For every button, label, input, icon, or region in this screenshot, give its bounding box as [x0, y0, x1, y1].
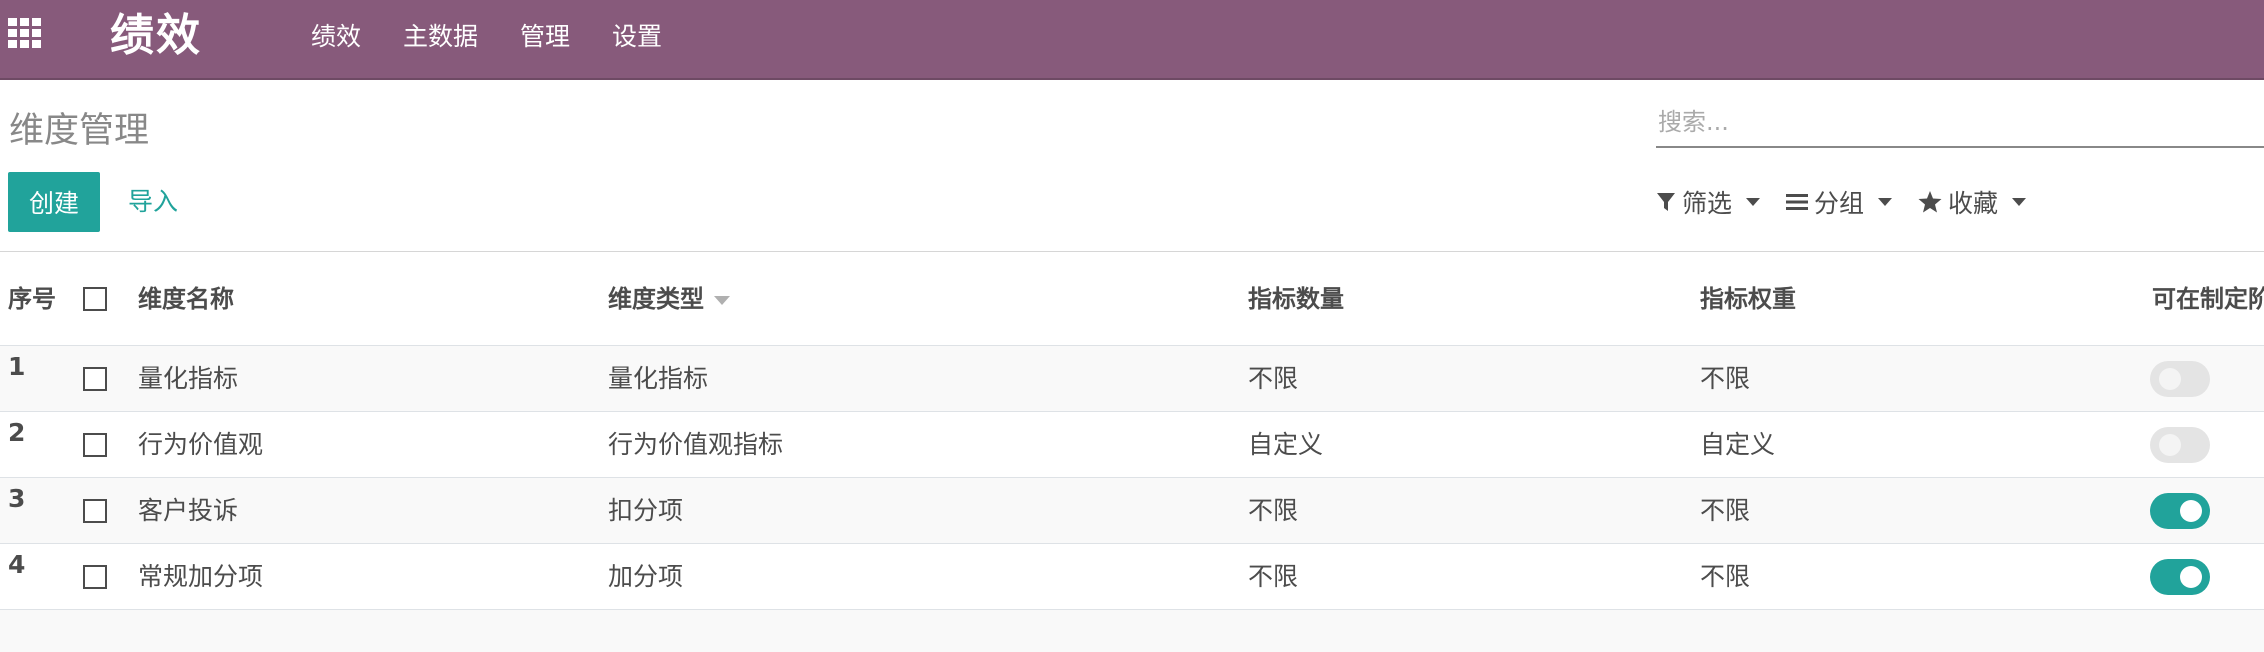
apps-menu-icon[interactable]: [6, 14, 46, 54]
search-options: 筛选 分组 收藏: [1656, 180, 2052, 224]
editable-toggle[interactable]: [2150, 361, 2210, 397]
row-seq: 4: [8, 550, 26, 579]
filter-icon: [1657, 193, 1675, 211]
chevron-down-icon: [2012, 198, 2027, 206]
row-dimension-name: 量化指标: [138, 364, 239, 393]
filter-label: 筛选: [1682, 189, 1733, 218]
star-icon: [1918, 191, 1942, 213]
row-dimension-name: 常规加分项: [138, 562, 264, 591]
page-title: 维度管理: [9, 111, 150, 151]
row-indicator-weight: 不限: [1700, 364, 1751, 393]
row-dimension-type: 扣分项: [608, 496, 684, 525]
menu-item-settings[interactable]: 设置: [591, 0, 683, 74]
filter-dropdown[interactable]: 筛选: [1656, 184, 1761, 220]
group-by-dropdown[interactable]: 分组: [1786, 184, 1893, 220]
sort-caret-icon: [714, 295, 730, 305]
row-checkbox[interactable]: [83, 433, 107, 457]
import-button[interactable]: 导入: [118, 172, 188, 232]
row-indicator-weight: 不限: [1700, 496, 1751, 525]
table-row[interactable]: 3 客户投诉 扣分项 不限 不限: [0, 478, 2264, 544]
column-header-type[interactable]: 维度类型: [608, 252, 730, 346]
favorites-dropdown[interactable]: 收藏: [1918, 184, 2027, 220]
main-menu: 绩效 主数据 管理 设置: [290, 0, 683, 74]
search-input[interactable]: [1656, 100, 2264, 144]
app-brand[interactable]: 绩效: [110, 8, 202, 64]
row-indicator-count: 自定义: [1248, 430, 1324, 459]
menu-item-master-data[interactable]: 主数据: [382, 0, 499, 74]
table-row[interactable]: 1 量化指标 量化指标 不限 不限: [0, 346, 2264, 412]
row-seq: 1: [8, 352, 26, 381]
row-seq: 3: [8, 484, 26, 513]
row-indicator-count: 不限: [1248, 364, 1299, 393]
column-header-type-label: 维度类型: [608, 285, 704, 313]
row-dimension-type: 量化指标: [608, 364, 709, 393]
chevron-down-icon: [1878, 198, 1893, 206]
dimension-list-table: 序号 维度名称 维度类型 指标数量 指标权重 可在制定阶 1 量化指标 量化指标…: [0, 252, 2264, 610]
toggle-knob: [2180, 566, 2202, 588]
table-header-row: 序号 维度名称 维度类型 指标数量 指标权重 可在制定阶: [0, 252, 2264, 346]
row-dimension-type: 行为价值观指标: [608, 430, 784, 459]
create-button[interactable]: 创建: [8, 172, 100, 232]
editable-toggle[interactable]: [2150, 427, 2210, 463]
toggle-knob: [2180, 500, 2202, 522]
editable-toggle[interactable]: [2150, 559, 2210, 595]
row-indicator-count: 不限: [1248, 562, 1299, 591]
table-row[interactable]: 4 常规加分项 加分项 不限 不限: [0, 544, 2264, 610]
editable-toggle[interactable]: [2150, 493, 2210, 529]
top-navbar: 绩效 绩效 主数据 管理 设置: [0, 0, 2264, 80]
select-all-checkbox[interactable]: [83, 287, 107, 311]
list-icon: [1786, 194, 1809, 210]
menu-item-management[interactable]: 管理: [499, 0, 591, 74]
column-header-name[interactable]: 维度名称: [138, 252, 234, 346]
row-dimension-type: 加分项: [608, 562, 684, 591]
column-header-count[interactable]: 指标数量: [1248, 252, 1344, 346]
row-checkbox[interactable]: [83, 499, 107, 523]
row-dimension-name: 客户投诉: [138, 496, 239, 525]
chevron-down-icon: [1746, 198, 1761, 206]
toggle-knob: [2159, 368, 2181, 390]
toggle-knob: [2159, 434, 2181, 456]
favorites-label: 收藏: [1948, 189, 1999, 218]
row-indicator-weight: 自定义: [1700, 430, 1776, 459]
column-header-editable[interactable]: 可在制定阶: [2152, 252, 2264, 346]
menu-item-performance[interactable]: 绩效: [290, 0, 382, 74]
group-by-label: 分组: [1814, 189, 1865, 218]
column-header-weight[interactable]: 指标权重: [1700, 252, 1796, 346]
row-seq: 2: [8, 418, 26, 447]
row-checkbox[interactable]: [83, 565, 107, 589]
row-indicator-weight: 不限: [1700, 562, 1751, 591]
control-panel: 维度管理 创建 导入 筛选 分组 收藏: [0, 80, 2264, 252]
row-dimension-name: 行为价值观: [138, 430, 264, 459]
row-indicator-count: 不限: [1248, 496, 1299, 525]
table-row[interactable]: 2 行为价值观 行为价值观指标 自定义 自定义: [0, 412, 2264, 478]
row-checkbox[interactable]: [83, 367, 107, 391]
column-header-seq[interactable]: 序号: [8, 252, 56, 346]
search-bar: [1656, 100, 2264, 148]
